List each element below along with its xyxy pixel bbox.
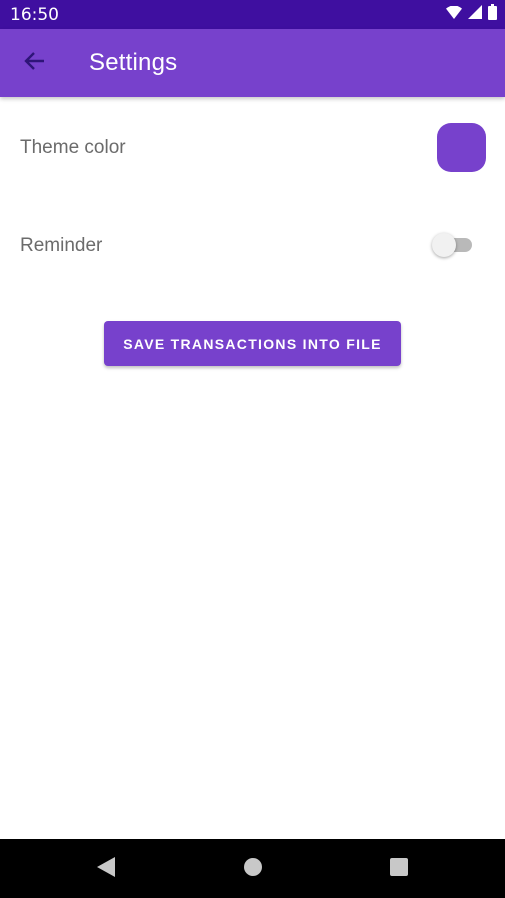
page-title: Settings: [89, 49, 178, 76]
recents-square-icon: [389, 857, 409, 882]
home-circle-icon: [243, 857, 263, 882]
app-bar: Settings: [0, 29, 505, 97]
theme-color-label: Theme color: [20, 137, 126, 158]
nav-back-button[interactable]: [94, 856, 118, 882]
status-bar: 16:50: [0, 0, 505, 29]
navigation-bar: [0, 839, 505, 898]
reminder-label: Reminder: [20, 235, 103, 256]
theme-color-swatch[interactable]: [437, 123, 486, 172]
back-triangle-icon: [96, 856, 116, 882]
back-button[interactable]: [12, 41, 56, 85]
cellular-signal-icon: [468, 5, 482, 24]
status-time: 16:50: [10, 5, 59, 25]
arrow-back-icon: [23, 50, 45, 77]
status-icons: [446, 4, 497, 25]
reminder-switch[interactable]: [432, 233, 474, 257]
nav-home-button[interactable]: [241, 857, 265, 881]
wifi-icon: [446, 5, 462, 24]
save-transactions-button[interactable]: SAVE TRANSACTIONS INTO FILE: [104, 321, 401, 366]
nav-recents-button[interactable]: [387, 857, 411, 881]
switch-thumb: [432, 233, 456, 257]
settings-content: Theme color Reminder SAVE TRANSACTIONS I…: [0, 97, 505, 839]
battery-icon: [488, 4, 497, 25]
